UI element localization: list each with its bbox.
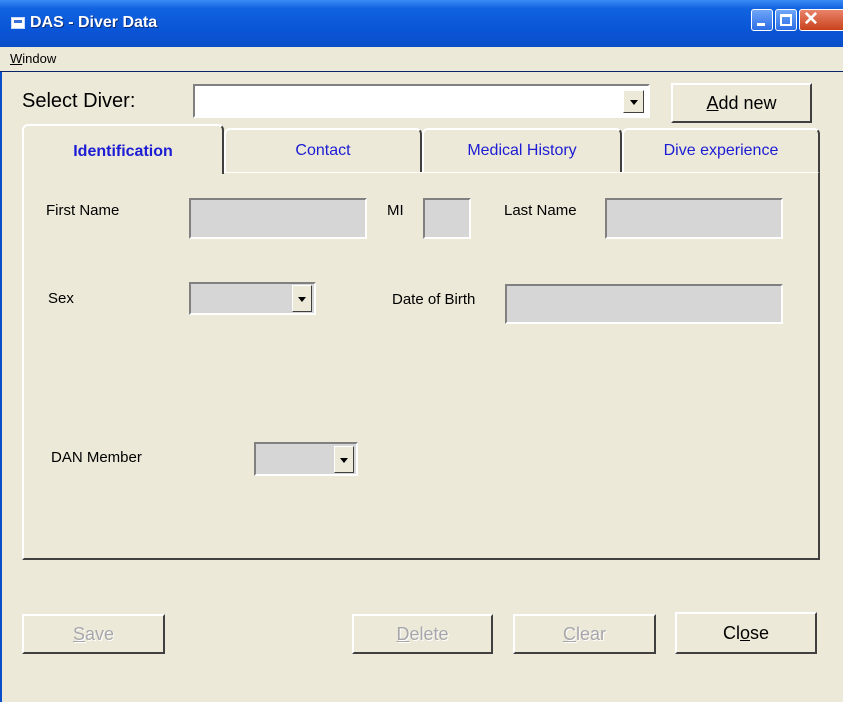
- last-name-field[interactable]: [605, 198, 783, 239]
- save-button[interactable]: Save: [22, 614, 165, 654]
- delete-button[interactable]: Delete: [352, 614, 493, 654]
- select-diver-dropdown-button[interactable]: [623, 90, 644, 113]
- add-new-button[interactable]: Add new: [671, 83, 812, 123]
- select-diver-label: Select Diver:: [22, 90, 136, 112]
- close-button[interactable]: Close: [675, 612, 817, 654]
- close-window-button[interactable]: ✕: [799, 9, 843, 31]
- mi-label: MI: [387, 202, 404, 219]
- dropdown-arrow-icon: [298, 296, 306, 302]
- sex-label: Sex: [48, 290, 74, 307]
- select-diver-combobox[interactable]: [193, 84, 650, 118]
- window-title: DAS - Diver Data: [30, 14, 158, 31]
- last-name-label: Last Name: [504, 202, 577, 219]
- dan-member-combobox[interactable]: [254, 442, 358, 476]
- close-icon: ✕: [803, 9, 819, 30]
- menu-bar: Window: [0, 47, 843, 72]
- app-icon[interactable]: [11, 17, 25, 29]
- dan-member-dropdown-button[interactable]: [334, 446, 354, 473]
- sex-dropdown-button[interactable]: [292, 285, 312, 312]
- date-of-birth-label: Date of Birth: [392, 291, 476, 308]
- date-of-birth-field[interactable]: [505, 284, 783, 324]
- tab-dive-experience[interactable]: Dive experience: [622, 128, 820, 172]
- window-border: [0, 72, 2, 702]
- mi-field[interactable]: [423, 198, 471, 239]
- maximize-icon: [780, 14, 792, 26]
- maximize-button[interactable]: [775, 9, 797, 31]
- menu-window[interactable]: Window: [10, 51, 56, 66]
- tab-medical-history[interactable]: Medical History: [422, 128, 622, 172]
- minimize-icon: [757, 23, 765, 26]
- sex-combobox[interactable]: [189, 282, 316, 315]
- tab-identification[interactable]: Identification: [22, 124, 224, 174]
- dropdown-arrow-icon: [629, 99, 638, 105]
- minimize-button[interactable]: [751, 9, 773, 31]
- first-name-label: First Name: [46, 202, 120, 219]
- dropdown-arrow-icon: [340, 457, 348, 463]
- title-bar[interactable]: DAS - Diver Data ✕: [0, 0, 843, 47]
- clear-button[interactable]: Clear: [513, 614, 656, 654]
- tab-contact[interactable]: Contact: [224, 128, 422, 172]
- first-name-field[interactable]: [189, 198, 367, 239]
- dan-member-label: DAN Member: [51, 449, 142, 466]
